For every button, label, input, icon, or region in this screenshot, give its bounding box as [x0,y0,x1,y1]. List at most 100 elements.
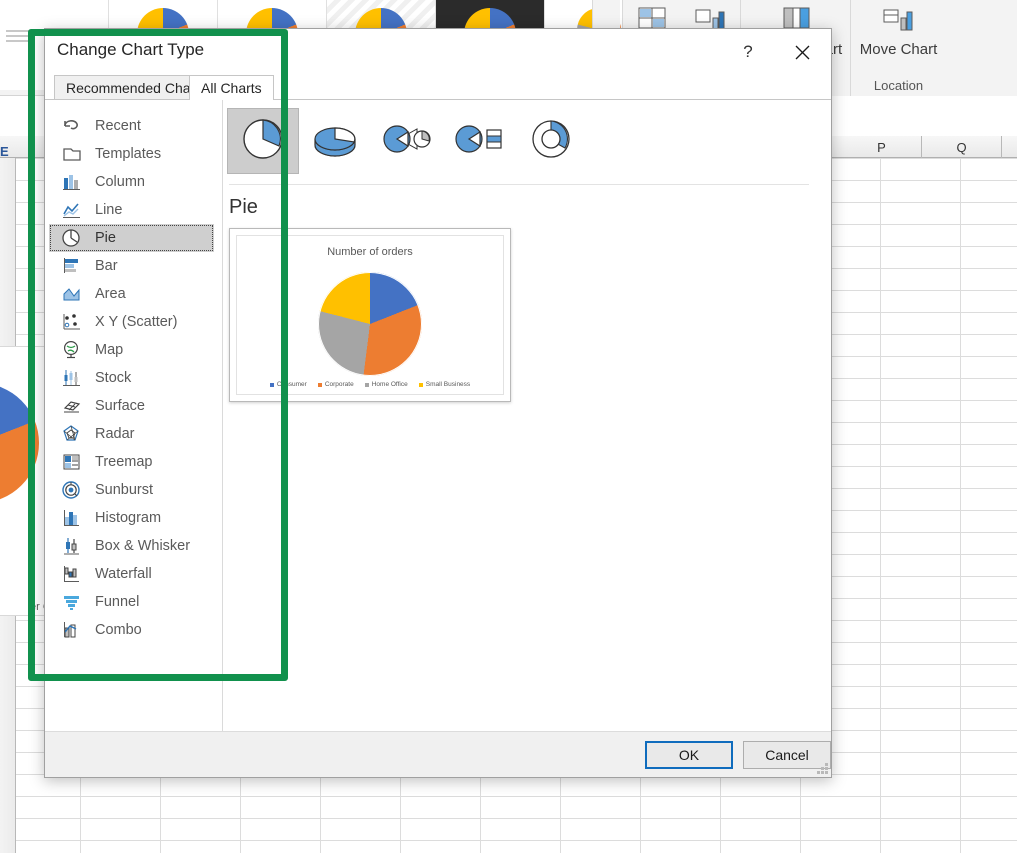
column-chart-icon [61,172,83,192]
pie-chart-icon [61,228,83,248]
chart-type-item-map[interactable]: Map [45,336,222,364]
dialog-body: Recent Templates Column Line Pie Bar Are… [45,99,831,734]
combo-chart-icon [61,620,83,640]
chart-type-label: Map [95,342,124,358]
templates-folder-icon [61,144,83,164]
chart-type-item-templates[interactable]: Templates [45,140,222,168]
chart-type-label: Treemap [95,454,153,470]
ribbon-group-location: Move Chart Location [850,0,946,96]
chart-type-label: Area [95,286,126,302]
ok-button[interactable]: OK [645,741,733,769]
background-chart-object[interactable] [0,346,50,616]
chart-type-item-funnel[interactable]: Funnel [45,588,222,616]
chart-type-item-histogram[interactable]: Histogram [45,504,222,532]
column-header-Q[interactable]: Q [922,136,1002,158]
chart-legend: Consumer Corporate Home Office Small Busine… [237,381,503,388]
chart-type-item-sunburst[interactable]: Sunburst [45,476,222,504]
chart-type-item-surface[interactable]: Surface [45,392,222,420]
chart-type-item-scatter[interactable]: X Y (Scatter) [45,308,222,336]
funnel-chart-icon [61,592,83,612]
pie-variant-icon [239,115,287,168]
pie-3d-variant-icon [309,117,361,166]
sunburst-chart-icon [61,480,83,500]
legend-label: Small Business [425,381,471,388]
cell-label-E: E [0,144,9,159]
line-chart-icon [61,200,83,220]
dialog-footer: OK Cancel [45,731,831,777]
question-mark-icon[interactable]: ? [735,39,761,65]
tab-all-charts[interactable]: All Charts [189,75,274,100]
bar-of-pie-variant-icon [449,119,509,164]
chart-type-item-radar[interactable]: Radar [45,420,222,448]
background-pie-icon [0,383,39,503]
chart-title: Number of orders [327,246,413,258]
chart-type-item-stock[interactable]: Stock [45,364,222,392]
dialog-tabs: Recommended Charts All Charts [45,75,831,100]
dialog-title: Change Chart Type [57,40,205,59]
chart-preview-canvas: Number of orders Consumer Corporate Home O… [236,235,504,395]
column-header-P[interactable]: P [842,136,922,158]
chart-type-item-column[interactable]: Column [45,168,222,196]
chart-type-label: Funnel [95,594,140,610]
chart-type-item-area[interactable]: Area [45,280,222,308]
histogram-chart-icon [61,508,83,528]
preview-heading: Pie [229,196,258,218]
preview-pie-graphic [318,272,422,376]
waterfall-chart-icon [61,564,83,584]
recent-undo-icon [61,116,83,136]
surface-chart-icon [61,396,83,416]
close-x-icon[interactable] [787,39,817,65]
chart-type-item-waterfall[interactable]: Waterfall [45,560,222,588]
chart-type-item-treemap[interactable]: Treemap [45,448,222,476]
move-chart-button[interactable]: Move Chart [851,0,946,58]
chart-preview[interactable]: Number of orders Consumer Corporate Home O… [229,228,511,402]
chart-type-label: Bar [95,258,118,274]
variant-pie-of-pie[interactable] [371,108,443,174]
bar-chart-icon [61,256,83,276]
chart-type-label: Stock [95,370,132,386]
variant-3d-pie[interactable] [299,108,371,174]
legend-item: Consumer [269,381,307,388]
legend-label: Corporate [324,381,354,388]
variant-strip [223,100,831,182]
treemap-chart-icon [61,452,83,472]
legend-item: Home Office [364,381,408,388]
chart-type-label: Sunburst [95,482,154,498]
pie-of-pie-variant-icon [377,119,437,164]
chart-type-label: Recent [95,118,141,134]
chart-type-item-combo[interactable]: Combo [45,616,222,644]
legend-swatch [418,382,423,387]
change-chart-type-dialog: Change Chart Type ? Recommended Charts A… [44,28,832,778]
chart-type-item-line[interactable]: Line [45,196,222,224]
stock-chart-icon [61,368,83,388]
legend-item: Corporate [317,381,354,388]
chart-type-label: Box & Whisker [95,538,191,554]
chart-type-list[interactable]: Recent Templates Column Line Pie Bar Are… [45,100,223,734]
map-globe-icon [61,340,83,360]
chart-type-item-recent[interactable]: Recent [45,112,222,140]
resize-grip-icon[interactable] [814,760,828,774]
legend-swatch [364,382,369,387]
variant-doughnut[interactable] [515,108,587,174]
chart-type-label: Pie [95,230,116,246]
chart-type-label: Radar [95,426,135,442]
chart-type-item-pie[interactable]: Pie [49,224,214,252]
move-chart-icon [878,4,920,38]
chart-type-label: Column [95,174,145,190]
legend-swatch [317,382,322,387]
chart-type-item-bar[interactable]: Bar [45,252,222,280]
ribbon-group-label-location: Location [873,78,924,93]
variant-bar-of-pie[interactable] [443,108,515,174]
move-chart-label: Move Chart [859,41,938,58]
legend-swatch [269,382,274,387]
variant-pie[interactable] [227,108,299,174]
chart-type-label: Waterfall [95,566,152,582]
chart-type-label: Line [95,202,123,218]
chart-type-label: Histogram [95,510,162,526]
chart-type-label: Templates [95,146,162,162]
legend-label: Consumer [276,381,307,388]
dialog-title-bar: Change Chart Type ? [45,29,831,75]
doughnut-variant-icon [527,115,575,168]
chart-type-item-box-whisker[interactable]: Box & Whisker [45,532,222,560]
box-whisker-icon [61,536,83,556]
